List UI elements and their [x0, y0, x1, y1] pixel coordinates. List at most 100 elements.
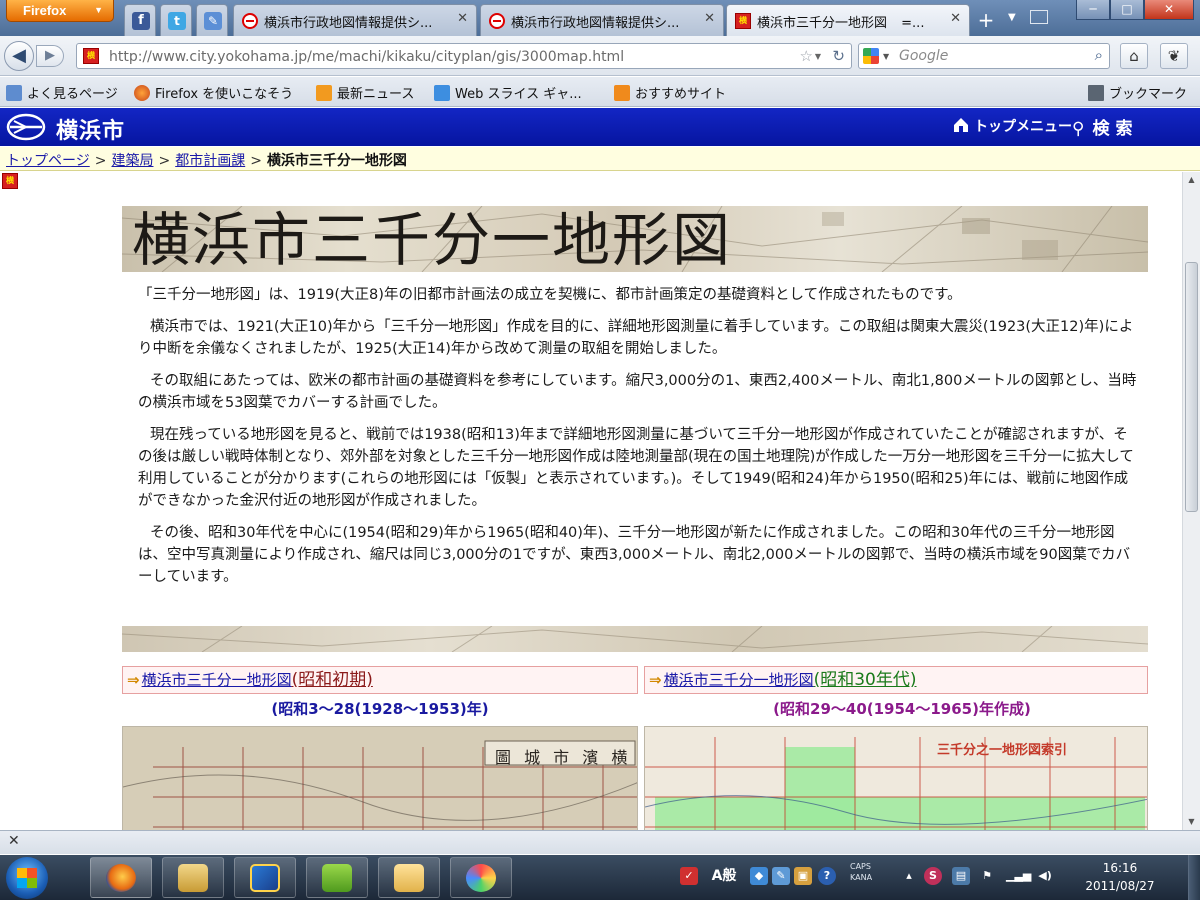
folder-icon [394, 864, 424, 892]
breadcrumb-top-page[interactable]: トップページ [6, 153, 90, 169]
star-icon[interactable]: ☆ [800, 47, 813, 65]
minimize-button[interactable]: ─ [1076, 0, 1110, 20]
bookmarks-menu-label: ブックマーク [1109, 87, 1188, 102]
panel-subtitle: (昭和3〜28(1928〜1953)年) [271, 700, 489, 718]
site-name[interactable]: 横浜市 [56, 113, 125, 145]
windows-taskbar: ✓ A般 ◆ ✎ ▣ ? CAPS KANA ▴ S ▤ ⚑ ▁▃▅ ◀) 16… [0, 855, 1200, 900]
scroll-up-icon[interactable]: ▲ [1183, 172, 1200, 188]
security-icon[interactable]: ✓ [680, 867, 698, 885]
era-label[interactable]: (昭和初期) [292, 670, 373, 690]
taskbar-explorer[interactable] [162, 857, 224, 898]
breadcrumb-city-planning[interactable]: 都市計画課 [175, 153, 245, 169]
show-desktop-button[interactable] [1188, 855, 1200, 900]
network-signal-icon[interactable]: ▁▃▅ [1006, 867, 1031, 885]
close-icon[interactable]: ✕ [457, 11, 468, 26]
tray-expand-icon[interactable]: ▴ [900, 867, 918, 885]
bookmark-web-slice[interactable]: Web スライス ギャ... [434, 83, 582, 102]
taskbar-evernote[interactable] [306, 857, 368, 898]
search-bar[interactable]: ▼ Google ⌕ [858, 43, 1110, 69]
yokohama-logo-icon[interactable] [6, 112, 46, 142]
showa-30s-index-map[interactable]: 三千分之一地形図索引 [644, 726, 1148, 836]
google-icon[interactable] [863, 48, 879, 64]
taskbar-firefox[interactable] [90, 857, 152, 898]
top-menu-label: トップメニュー [974, 119, 1072, 135]
arrow-right-icon: ⇒ [127, 671, 140, 689]
evernote-button[interactable]: ❦ [1160, 43, 1188, 69]
ime-tools-icon[interactable]: ✎ [772, 867, 790, 885]
close-icon[interactable]: ✕ [950, 11, 961, 26]
close-icon[interactable]: ✕ [8, 833, 20, 849]
clock-time: 16:16 [1102, 861, 1138, 875]
back-button[interactable]: ◀ [4, 41, 34, 71]
scrollbar-thumb[interactable] [1185, 262, 1198, 512]
tab-2[interactable]: 横浜市行政地図情報提供シ... ✕ [480, 4, 724, 36]
pinned-tab-pencil[interactable]: ✎ [196, 4, 228, 36]
breadcrumb-building-bureau[interactable]: 建築局 [111, 153, 153, 169]
url-text[interactable]: http://www.city.yokohama.jp/me/machi/kik… [109, 49, 624, 65]
home-button[interactable]: ⌂ [1120, 43, 1148, 69]
close-window-button[interactable]: ✕ [1144, 0, 1194, 20]
device-icon[interactable]: ▤ [952, 867, 970, 885]
facebook-icon: f [132, 12, 150, 30]
era-label[interactable]: (昭和30年代) [814, 670, 917, 690]
bookmark-most-visited[interactable]: よく見るページ [6, 83, 118, 102]
chevron-down-icon[interactable]: ▼ [883, 52, 889, 61]
bookmark-latest-news[interactable]: 最新ニュース [316, 83, 414, 102]
close-icon[interactable]: ✕ [704, 11, 715, 26]
panel-subtitle: (昭和29〜40(1954〜1965)年作成) [773, 700, 1031, 718]
taskbar-folder[interactable] [378, 857, 440, 898]
taskbar-dictionary[interactable] [234, 857, 296, 898]
ime-mode-indicator[interactable]: A般 [704, 867, 744, 885]
showa-30s-map-link[interactable]: 横浜市三千分一地形図 [664, 671, 814, 689]
site-header: 横浜市 トップメニュー ⚲ 検索 [0, 108, 1200, 146]
action-center-flag-icon[interactable]: ⚑ [978, 867, 996, 885]
new-tab-button[interactable]: + [970, 4, 1002, 36]
forward-button[interactable]: ▶ [36, 45, 64, 67]
page-title: 横浜市三千分一地形図 [132, 206, 733, 272]
firefox-menu-button[interactable]: Firefox ▼ [6, 0, 114, 22]
scroll-down-icon[interactable]: ▼ [1183, 814, 1200, 830]
paragraph: その後、昭和30年代を中心に(1954(昭和29)年から1965(昭和40)年)… [138, 525, 1131, 585]
intro-text: 「三千分一地形図」は、1919(大正8)年の旧都市計画法の成立を契機に、都市計画… [122, 272, 1148, 588]
help-icon[interactable]: ? [818, 867, 836, 885]
tab-list-button[interactable]: ▼ [1008, 12, 1016, 23]
tab-1[interactable]: 横浜市行政地図情報提供シ... ✕ [233, 4, 477, 36]
paint-icon [466, 864, 496, 892]
bookmark-recommended[interactable]: おすすめサイト [614, 83, 726, 102]
taskbar-paint[interactable] [450, 857, 512, 898]
volume-icon[interactable]: ◀) [1036, 867, 1054, 885]
site-search-link[interactable]: ⚲ 検索 [1072, 114, 1138, 139]
recommend-icon [614, 85, 630, 101]
start-button[interactable] [6, 857, 48, 899]
breadcrumb-separator: > [158, 153, 171, 169]
maximize-button[interactable]: □ [1110, 0, 1144, 20]
webslice-icon [434, 85, 450, 101]
ime-dictionary-icon[interactable]: ▣ [794, 867, 812, 885]
evernote-icon: ❦ [1167, 47, 1181, 65]
tab-groups-icon[interactable] [1030, 10, 1048, 24]
breadcrumb-current: 横浜市三千分一地形図 [266, 153, 407, 169]
ime-pad-icon[interactable]: ◆ [750, 867, 768, 885]
early-showa-index-map[interactable]: 圖 城 市 濱 横 [122, 726, 638, 836]
tab-3-active[interactable]: 横 横浜市三千分一地形図 =... ✕ [726, 4, 970, 36]
reload-icon[interactable]: ↻ [832, 47, 845, 65]
site-favicon: 横 [83, 48, 99, 64]
pinned-tab-twitter[interactable]: t [160, 4, 192, 36]
early-showa-map-link[interactable]: 横浜市三千分一地形図 [142, 671, 292, 689]
search-icon[interactable]: ⌕ [1095, 46, 1103, 64]
kana-label: KANA [850, 873, 873, 882]
vertical-scrollbar[interactable]: ▲ ▼ [1182, 172, 1200, 830]
pencil-icon: ✎ [204, 12, 222, 30]
pinned-tab-facebook[interactable]: f [124, 4, 156, 36]
yokohama-circle-icon [242, 13, 258, 29]
search-placeholder[interactable]: Google [899, 48, 948, 64]
bookmarks-menu-button[interactable]: ブックマーク [1088, 83, 1187, 102]
top-menu-link[interactable]: トップメニュー [952, 116, 1072, 136]
firefox-icon [134, 85, 150, 101]
antivirus-icon[interactable]: S [924, 867, 942, 885]
url-bar[interactable]: 横 http://www.city.yokohama.jp/me/machi/k… [76, 43, 852, 69]
clock[interactable]: 16:16 2011/08/27 [1080, 859, 1160, 895]
panel-showa-30s: ⇒ 横浜市三千分一地形図(昭和30年代) [644, 666, 1148, 694]
chevron-down-icon[interactable]: ▼ [815, 52, 821, 61]
bookmark-firefox-tips[interactable]: Firefox を使いこなそう [134, 83, 293, 102]
